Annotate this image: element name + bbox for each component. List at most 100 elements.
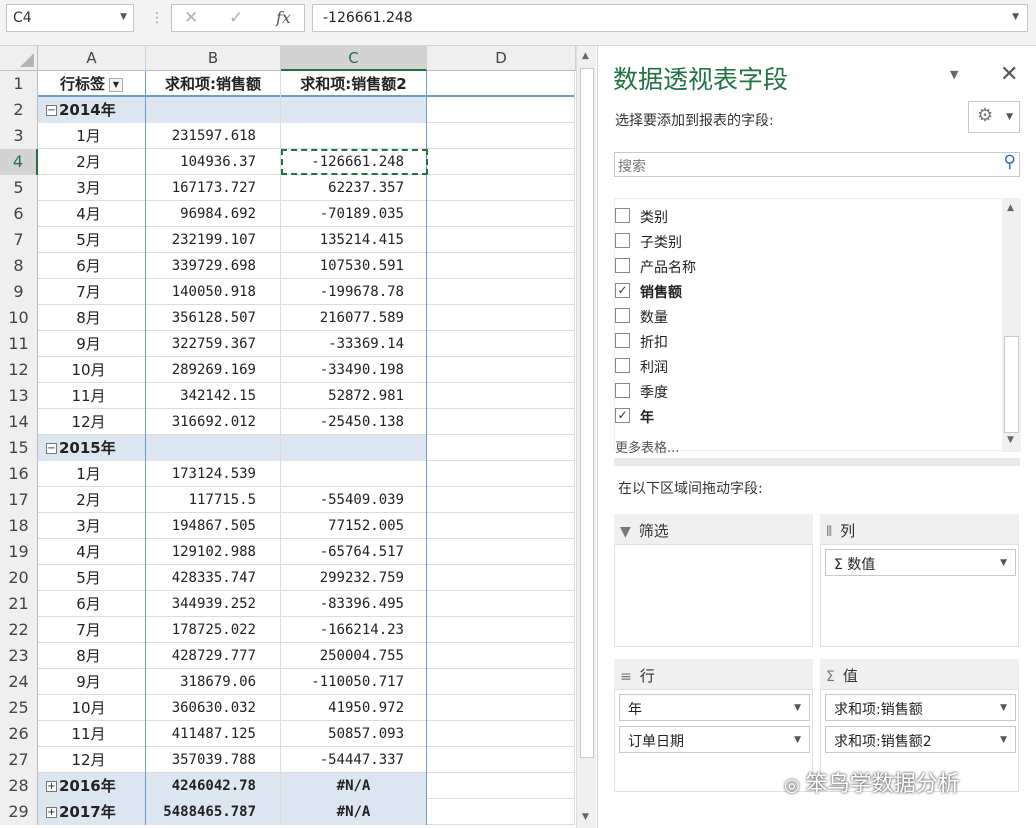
checkbox[interactable] [615,333,630,348]
checkbox[interactable] [615,208,630,223]
row-header[interactable]: 15 [0,435,38,461]
sales2-cell[interactable] [281,123,427,149]
row-header[interactable]: 25 [0,695,38,721]
tools-button[interactable]: ⚙ ▼ [968,101,1020,133]
enter-icon[interactable]: ✓ [229,8,243,28]
sales-cell[interactable]: 231597.618 [146,123,281,149]
chevron-down-icon[interactable]: ▼ [1000,703,1007,713]
sales-cell[interactable]: 322759.367 [146,331,281,357]
month-label-cell[interactable]: 11月 [38,721,146,747]
chevron-down-icon[interactable]: ▼ [794,735,801,745]
row-header[interactable]: 13 [0,383,38,409]
close-icon[interactable]: ✕ [1000,62,1018,87]
row-header[interactable]: 24 [0,669,38,695]
sales2-cell[interactable] [281,435,427,461]
more-tables-link[interactable]: 更多表格... [615,437,679,456]
row-header[interactable]: 27 [0,747,38,773]
sales2-cell[interactable]: -166214.23 [281,617,427,643]
row-header[interactable]: 16 [0,461,38,487]
sales-cell[interactable]: 339729.698 [146,253,281,279]
sales-cell[interactable]: 129102.988 [146,539,281,565]
column-header-d[interactable]: D [427,46,576,71]
year-label-cell[interactable]: −2014年 [38,97,146,123]
month-label-cell[interactable]: 5月 [38,227,146,253]
empty-cell[interactable] [427,279,575,305]
sales-cell[interactable]: 428335.747 [146,565,281,591]
sales-cell[interactable]: 342142.15 [146,383,281,409]
empty-cell[interactable] [427,799,575,825]
checkbox[interactable] [615,233,630,248]
year-label-cell[interactable]: +2016年 [38,773,146,799]
row-header[interactable]: 7 [0,227,38,253]
row-header[interactable]: 23 [0,643,38,669]
sales2-cell[interactable]: -110050.717 [281,669,427,695]
chevron-down-icon[interactable]: ▼ [1000,558,1007,568]
field-search-input[interactable]: 搜索 ⚲ [614,152,1020,177]
checkbox[interactable] [615,258,630,273]
sales-cell[interactable]: 428729.777 [146,643,281,669]
field-list-scrollbar[interactable]: ▲ ▼ [1002,199,1021,452]
sales2-cell[interactable]: 41950.972 [281,695,427,721]
sales-cell[interactable]: 140050.918 [146,279,281,305]
sales2-cell[interactable]: -55409.039 [281,487,427,513]
sales-cell[interactable]: 117715.5 [146,487,281,513]
vertical-scrollbar[interactable]: ▲ ▼ [576,46,596,828]
sales-cell[interactable]: 96984.692 [146,201,281,227]
row-field-chip[interactable]: 订单日期 ▼ [619,726,810,753]
sales-cell[interactable]: 344939.252 [146,591,281,617]
empty-cell[interactable] [427,175,575,201]
empty-cell[interactable] [427,97,575,123]
empty-cell[interactable] [427,357,575,383]
expand-icon[interactable]: + [46,807,57,818]
expand-formula-icon[interactable]: ▼ [1012,12,1019,22]
sales2-cell[interactable]: 107530.591 [281,253,427,279]
empty-cell[interactable] [427,617,575,643]
month-label-cell[interactable]: 6月 [38,253,146,279]
search-icon[interactable]: ⚲ [1004,152,1016,172]
sales2-cell[interactable]: 216077.589 [281,305,427,331]
checkbox[interactable] [615,358,630,373]
empty-cell[interactable] [427,149,575,175]
row-header[interactable]: 20 [0,565,38,591]
month-label-cell[interactable]: 1月 [38,461,146,487]
sales2-cell[interactable]: 62237.357 [281,175,427,201]
row-header[interactable]: 2 [0,97,38,123]
month-label-cell[interactable]: 4月 [38,539,146,565]
chevron-down-icon[interactable]: ▼ [794,703,801,713]
empty-cell[interactable] [427,591,575,617]
checkbox-checked[interactable]: ✓ [615,408,630,423]
empty-cell[interactable] [427,539,575,565]
scroll-down-icon[interactable]: ▼ [582,812,589,822]
checkbox[interactable] [615,308,630,323]
row-header[interactable]: 6 [0,201,38,227]
month-label-cell[interactable]: 11月 [38,383,146,409]
value-field-chip[interactable]: 求和项:销售额 ▼ [825,694,1016,721]
sales-cell[interactable]: 356128.507 [146,305,281,331]
sales-cell[interactable] [146,435,281,461]
sales2-cell[interactable]: -54447.337 [281,747,427,773]
sales-cell[interactable]: 104936.37 [146,149,281,175]
sales-cell[interactable]: 167173.727 [146,175,281,201]
month-label-cell[interactable]: 7月 [38,617,146,643]
scrollbar-thumb[interactable] [580,68,594,758]
empty-cell[interactable] [427,227,575,253]
sales2-cell[interactable]: -65764.517 [281,539,427,565]
empty-cell[interactable] [427,487,575,513]
sales2-cell[interactable]: #N/A [281,799,427,825]
sales-cell[interactable]: 232199.107 [146,227,281,253]
columns-drop-zone[interactable]: Σ 数值 ▼ [820,544,1019,647]
chevron-down-icon[interactable]: ▼ [1000,735,1007,745]
row-header[interactable]: 1 [0,71,38,97]
month-label-cell[interactable]: 1月 [38,123,146,149]
month-label-cell[interactable]: 9月 [38,331,146,357]
sales2-cell[interactable]: 135214.415 [281,227,427,253]
month-label-cell[interactable]: 2月 [38,487,146,513]
sales-cell[interactable]: 289269.169 [146,357,281,383]
value-field-chip[interactable]: 求和项:销售额2 ▼ [825,726,1016,753]
scroll-down-icon[interactable]: ▼ [1007,435,1014,445]
column-header-c[interactable]: C [281,46,427,71]
row-header[interactable]: 14 [0,409,38,435]
empty-cell[interactable] [427,383,575,409]
row-header[interactable]: 11 [0,331,38,357]
column-header-b[interactable]: B [146,46,281,71]
